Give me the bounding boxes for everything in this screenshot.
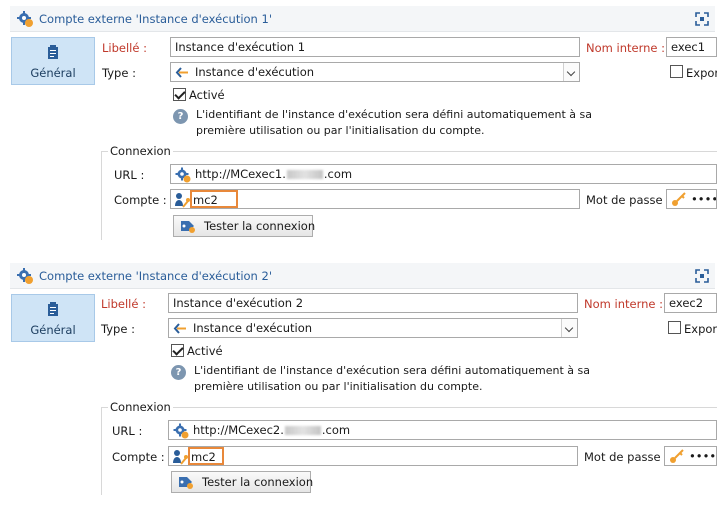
password-label: Mot de passe :	[584, 450, 669, 464]
export-label: Export	[686, 66, 717, 80]
compte-label: Compte :	[112, 450, 165, 464]
type-label: Type :	[101, 322, 135, 336]
external-account-panel-1: Compte externe 'Instance d'exécution 1' …	[0, 0, 717, 240]
title-bar: Compte externe 'Instance d'exécution 1'	[10, 6, 715, 32]
url-suffix: .com	[323, 167, 353, 181]
chevron-down-icon[interactable]	[561, 319, 577, 337]
test-connection-button[interactable]: Tester la connexion	[171, 471, 314, 493]
tab-general[interactable]: Général	[11, 37, 95, 85]
redacted-domain	[286, 170, 323, 179]
password-value: ••••	[691, 192, 717, 206]
redacted-domain	[284, 426, 321, 435]
password-label: Mot de passe :	[586, 193, 671, 207]
type-select[interactable]: Instance d'exécution	[168, 318, 578, 338]
active-label: Activé	[189, 88, 225, 102]
url-label: URL :	[112, 424, 143, 438]
url-suffix: .com	[321, 423, 351, 437]
type-label: Type :	[102, 66, 136, 80]
key-icon	[672, 192, 686, 206]
expand-icon[interactable]	[695, 12, 709, 26]
arrow-left-icon	[175, 67, 188, 78]
info-text: L'identifiant de l'instance d'exécution …	[196, 108, 593, 137]
user-key-icon	[175, 193, 190, 208]
tag-test-icon	[179, 477, 193, 489]
question-icon: ?	[171, 365, 186, 380]
password-value: ••••	[689, 449, 717, 463]
export-label: Export	[684, 322, 717, 336]
key-icon	[670, 449, 684, 463]
test-connection-button[interactable]: Tester la connexion	[173, 215, 316, 237]
libelle-label: Libellé :	[102, 41, 147, 55]
test-connection-label: Tester la connexion	[204, 219, 316, 233]
url-prefix: http://MCexec1.	[195, 167, 286, 181]
nom-interne-input[interactable]: exec2	[664, 293, 717, 313]
type-select-value: Instance d'exécution	[195, 65, 315, 79]
compte-label: Compte :	[114, 193, 167, 207]
gear-account-icon	[17, 11, 33, 27]
active-checkbox[interactable]	[173, 88, 186, 101]
type-select[interactable]: Instance d'exécution	[170, 62, 580, 82]
libelle-label: Libellé :	[101, 297, 146, 311]
clipboard-icon	[48, 302, 58, 316]
question-icon: ?	[173, 109, 188, 124]
tab-general-label: Général	[30, 66, 76, 80]
nom-interne-label: Nom interne :	[586, 41, 665, 55]
tab-general-label: Général	[30, 323, 76, 337]
compte-input[interactable]: mc2	[168, 446, 578, 466]
compte-value: mc2	[188, 447, 224, 465]
gear-link-icon	[173, 423, 189, 439]
libelle-input[interactable]: Instance d'exécution 2	[168, 293, 578, 313]
test-connection-label: Tester la connexion	[202, 475, 314, 489]
chevron-down-icon[interactable]	[563, 63, 579, 81]
password-input[interactable]: ••••	[666, 189, 717, 209]
export-checkbox[interactable]	[670, 65, 683, 78]
connexion-legend: Connexion	[108, 144, 173, 158]
password-input[interactable]: ••••	[664, 446, 717, 466]
connexion-legend: Connexion	[108, 400, 173, 414]
info-text: L'identifiant de l'instance d'exécution …	[194, 364, 591, 393]
tag-test-icon	[181, 221, 195, 233]
external-account-panel-2: Compte externe 'Instance d'exécution 2' …	[0, 257, 717, 495]
url-label: URL :	[114, 168, 145, 182]
gear-account-icon	[17, 268, 33, 284]
user-key-icon	[173, 450, 188, 465]
nom-interne-label: Nom interne :	[584, 297, 663, 311]
url-prefix: http://MCexec2.	[193, 423, 284, 437]
clipboard-icon	[48, 45, 58, 59]
active-label: Activé	[187, 344, 223, 358]
gear-link-icon	[175, 167, 191, 183]
expand-icon[interactable]	[695, 269, 709, 283]
active-checkbox[interactable]	[171, 344, 184, 357]
libelle-input[interactable]: Instance d'exécution 1	[170, 37, 580, 57]
title-bar: Compte externe 'Instance d'exécution 2'	[10, 263, 715, 289]
tab-general[interactable]: Général	[11, 294, 95, 342]
arrow-left-icon	[173, 323, 186, 334]
window-title: Compte externe 'Instance d'exécution 1'	[39, 12, 272, 26]
export-checkbox[interactable]	[668, 321, 681, 334]
nom-interne-input[interactable]: exec1	[666, 37, 717, 57]
compte-input[interactable]: mc2	[170, 189, 580, 209]
url-input[interactable]: http://MCexec2. .com	[168, 420, 717, 440]
url-input[interactable]: http://MCexec1. .com	[170, 164, 717, 184]
compte-value: mc2	[190, 190, 238, 208]
type-select-value: Instance d'exécution	[193, 321, 313, 335]
window-title: Compte externe 'Instance d'exécution 2'	[39, 269, 272, 283]
